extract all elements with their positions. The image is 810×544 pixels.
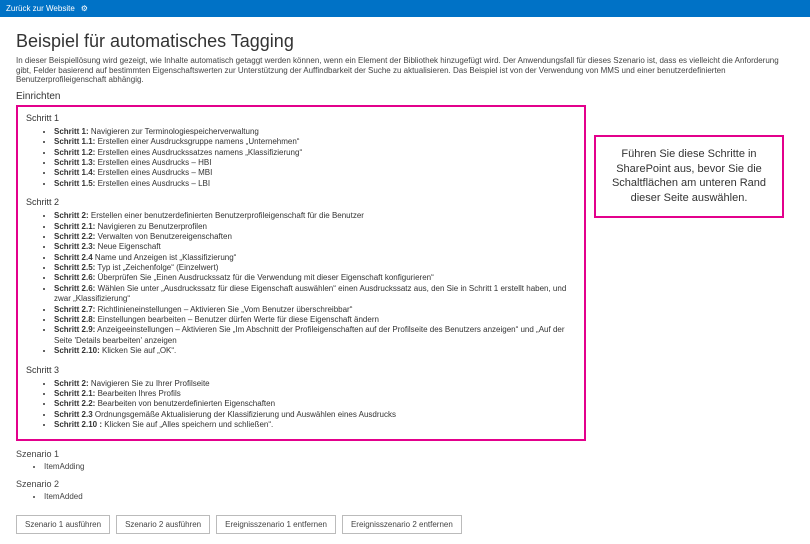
step-group-2-title: Schritt 2 xyxy=(26,197,576,207)
step-group-1-title: Schritt 1 xyxy=(26,113,576,123)
list-item: Schritt 2.3 Ordnungsgemäße Aktualisierun… xyxy=(54,410,576,420)
remove-event-scenario-1-button[interactable]: Ereignisszenario 1 entfernen xyxy=(216,515,336,534)
scenario-2-title: Szenario 2 xyxy=(16,479,794,489)
list-item: Schritt 2: Navigieren Sie zu Ihrer Profi… xyxy=(54,379,576,389)
scenario-1-block: Szenario 1 ItemAdding xyxy=(16,449,794,471)
scenario-2-list: ItemAdded xyxy=(16,492,794,501)
remove-event-scenario-2-button[interactable]: Ereignisszenario 2 entfernen xyxy=(342,515,462,534)
list-item: Schritt 2.2: Verwalten von Benutzereigen… xyxy=(54,232,576,242)
list-item: Schritt 1.2: Erstellen eines Ausdruckssa… xyxy=(54,148,576,158)
list-item: Schritt 1.1: Erstellen einer Ausdrucksgr… xyxy=(54,137,576,147)
step-group-3: Schritt 3 Schritt 2: Navigieren Sie zu I… xyxy=(26,365,576,431)
gear-icon[interactable]: ⚙ xyxy=(81,4,88,13)
step-list-3: Schritt 2: Navigieren Sie zu Ihrer Profi… xyxy=(26,379,576,431)
list-item: Schritt 2.1: Navigieren zu Benutzerprofi… xyxy=(54,222,576,232)
list-item: Schritt 2.6: Wählen Sie unter „Ausdrucks… xyxy=(54,284,576,305)
scenario-1-list: ItemAdding xyxy=(16,462,794,471)
setup-heading: Einrichten xyxy=(16,91,794,102)
list-item: Schritt 2.2: Bearbeiten von benutzerdefi… xyxy=(54,399,576,409)
step-list-1: Schritt 1: Navigieren zur Terminologiesp… xyxy=(26,127,576,189)
scenario-2-block: Szenario 2 ItemAdded xyxy=(16,479,794,501)
page-body: Beispiel für automatisches Tagging In di… xyxy=(0,17,810,544)
top-bar: Zurück zur Website ⚙ xyxy=(0,0,810,17)
list-item: Schritt 2.5: Typ ist „Zeichenfolge“ (Ein… xyxy=(54,263,576,273)
list-item: Schritt 2.8: Einstellungen bearbeiten – … xyxy=(54,315,576,325)
list-item: Schritt 1.3: Erstellen eines Ausdrucks –… xyxy=(54,158,576,168)
page-title: Beispiel für automatisches Tagging xyxy=(16,31,794,52)
step-group-3-title: Schritt 3 xyxy=(26,365,576,375)
step-group-2: Schritt 2 Schritt 2: Erstellen einer ben… xyxy=(26,197,576,356)
back-to-site-link[interactable]: Zurück zur Website xyxy=(6,4,75,13)
list-item: Schritt 1: Navigieren zur Terminologiesp… xyxy=(54,127,576,137)
list-item: Schritt 2.7: Richtlinieneinstellungen – … xyxy=(54,305,576,315)
list-item: Schritt 2.1: Bearbeiten Ihres Profils xyxy=(54,389,576,399)
list-item: Schritt 2.10: Klicken Sie auf „OK“. xyxy=(54,346,576,356)
step-group-1: Schritt 1 Schritt 1: Navigieren zur Term… xyxy=(26,113,576,189)
setup-steps-box: Schritt 1 Schritt 1: Navigieren zur Term… xyxy=(16,105,586,441)
run-scenario-2-button[interactable]: Szenario 2 ausführen xyxy=(116,515,210,534)
list-item: Schritt 2.9: Anzeigeeinstellungen – Akti… xyxy=(54,325,576,346)
page-intro-text: In dieser Beispiellösung wird gezeigt, w… xyxy=(16,56,794,85)
step-list-2: Schritt 2: Erstellen einer benutzerdefin… xyxy=(26,211,576,356)
list-item: Schritt 2.6: Überprüfen Sie „Einen Ausdr… xyxy=(54,273,576,283)
list-item: ItemAdded xyxy=(44,492,794,501)
list-item: ItemAdding xyxy=(44,462,794,471)
callout-text: Führen Sie diese Schritte in SharePoint … xyxy=(612,148,766,205)
list-item: Schritt 2.10 : Klicken Sie auf „Alles sp… xyxy=(54,420,576,430)
list-item: Schritt 2: Erstellen einer benutzerdefin… xyxy=(54,211,576,221)
run-scenario-1-button[interactable]: Szenario 1 ausführen xyxy=(16,515,110,534)
scenario-1-title: Szenario 1 xyxy=(16,449,794,459)
list-item: Schritt 1.4: Erstellen eines Ausdrucks –… xyxy=(54,168,576,178)
action-button-row: Szenario 1 ausführen Szenario 2 ausführe… xyxy=(16,515,794,534)
instruction-callout: Führen Sie diese Schritte in SharePoint … xyxy=(594,135,784,218)
list-item: Schritt 1.5: Erstellen eines Ausdrucks –… xyxy=(54,179,576,189)
list-item: Schritt 2.4 Name und Anzeigen ist „Klass… xyxy=(54,253,576,263)
main-row: Schritt 1 Schritt 1: Navigieren zur Term… xyxy=(16,105,794,441)
list-item: Schritt 2.3: Neue Eigenschaft xyxy=(54,242,576,252)
